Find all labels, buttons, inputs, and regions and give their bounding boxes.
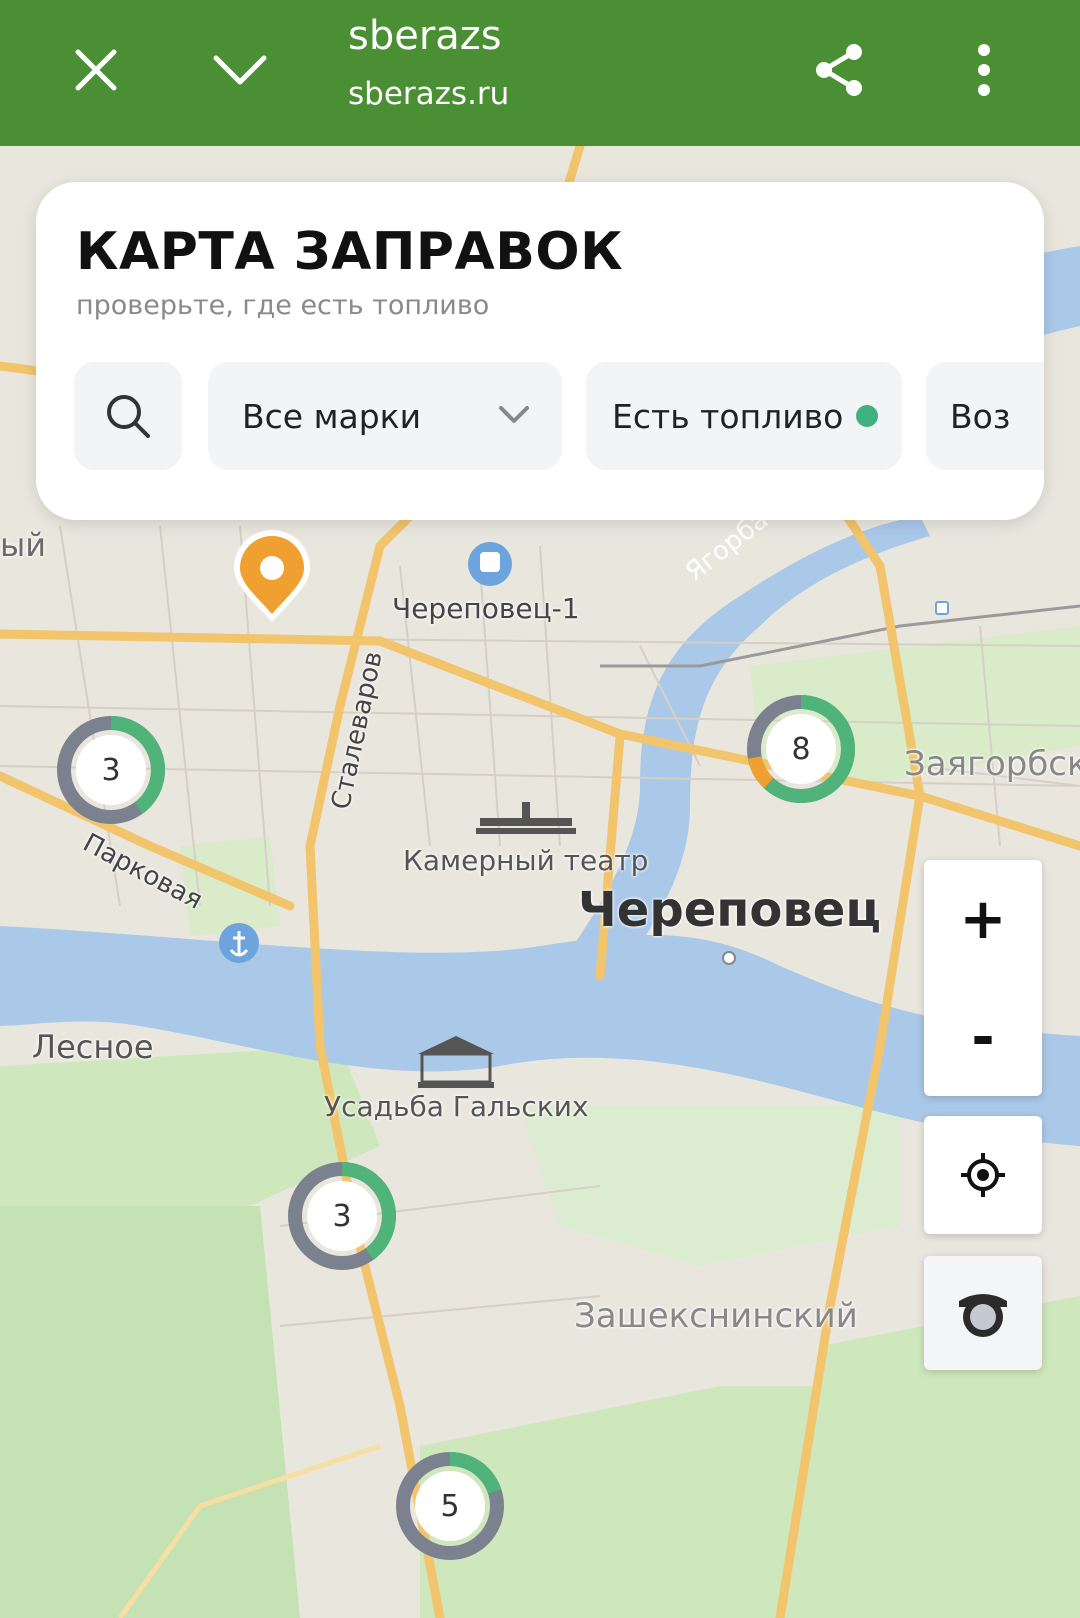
more-vertical-icon bbox=[978, 44, 990, 96]
cluster-count: 8 bbox=[766, 714, 836, 784]
station-cluster[interactable]: 8 bbox=[745, 693, 857, 805]
close-button[interactable] bbox=[56, 30, 136, 110]
next-filter-chip[interactable]: Воз bbox=[926, 362, 1044, 470]
close-icon bbox=[75, 49, 117, 91]
share-button[interactable] bbox=[800, 30, 880, 110]
zoom-controls: + - bbox=[924, 860, 1042, 1096]
card-subtitle: проверьте, где есть топливо bbox=[76, 290, 490, 321]
pegman-icon bbox=[959, 1294, 1007, 1337]
map-label-station: Череповец-1 bbox=[392, 592, 580, 625]
map-label-usadba: Усадьба Гальских bbox=[324, 1090, 589, 1123]
card-title: КАРТА ЗАПРАВОК bbox=[76, 222, 624, 282]
search-icon bbox=[107, 395, 150, 438]
fuel-filter-label: Есть топливо bbox=[612, 396, 844, 436]
cluster-count: 3 bbox=[307, 1181, 377, 1251]
map-pin-icon bbox=[234, 530, 310, 622]
station-cluster[interactable]: 3 bbox=[55, 714, 167, 826]
map-label-lesnoe: Лесное bbox=[32, 1028, 154, 1066]
map-label-district: Заягорбск bbox=[904, 744, 1080, 784]
map-label-edge: ый bbox=[0, 526, 47, 564]
cluster-count: 3 bbox=[76, 735, 146, 805]
map-label-city: Череповец bbox=[578, 882, 881, 938]
station-cluster[interactable]: 3 bbox=[286, 1160, 398, 1272]
fuel-available-filter[interactable]: Есть топливо bbox=[586, 362, 902, 470]
share-icon bbox=[816, 44, 862, 96]
minimize-button[interactable] bbox=[200, 30, 280, 110]
brand-filter-dropdown[interactable]: Все марки bbox=[208, 362, 562, 470]
map-label-theatre: Камерный театр bbox=[403, 844, 649, 877]
page-title: sberazs bbox=[348, 13, 502, 59]
zoom-in-button[interactable]: + bbox=[924, 860, 1042, 978]
chevron-down-icon bbox=[499, 406, 529, 423]
next-filter-label: Воз bbox=[950, 396, 1011, 436]
chevron-down-icon bbox=[213, 55, 267, 85]
station-cluster[interactable]: 5 bbox=[394, 1450, 506, 1562]
zoom-out-button[interactable]: - bbox=[924, 978, 1042, 1096]
street-view-button[interactable] bbox=[924, 1256, 1042, 1370]
locate-me-button[interactable] bbox=[924, 1116, 1042, 1234]
map-label-zasheksninsky: Зашекснинский bbox=[574, 1296, 858, 1336]
crosshair-icon bbox=[961, 1153, 1005, 1197]
brand-filter-label: Все марки bbox=[242, 396, 422, 436]
page-url[interactable]: sberazs.ru bbox=[348, 74, 509, 114]
browser-toolbar: sberazs sberazs.ru bbox=[0, 0, 1080, 146]
cluster-count: 5 bbox=[415, 1471, 485, 1541]
more-options-button[interactable] bbox=[944, 30, 1024, 110]
filter-card: КАРТА ЗАПРАВОК проверьте, где есть топли… bbox=[36, 182, 1044, 520]
status-dot bbox=[856, 405, 878, 427]
location-marker[interactable] bbox=[230, 530, 314, 626]
search-button[interactable] bbox=[74, 362, 182, 470]
